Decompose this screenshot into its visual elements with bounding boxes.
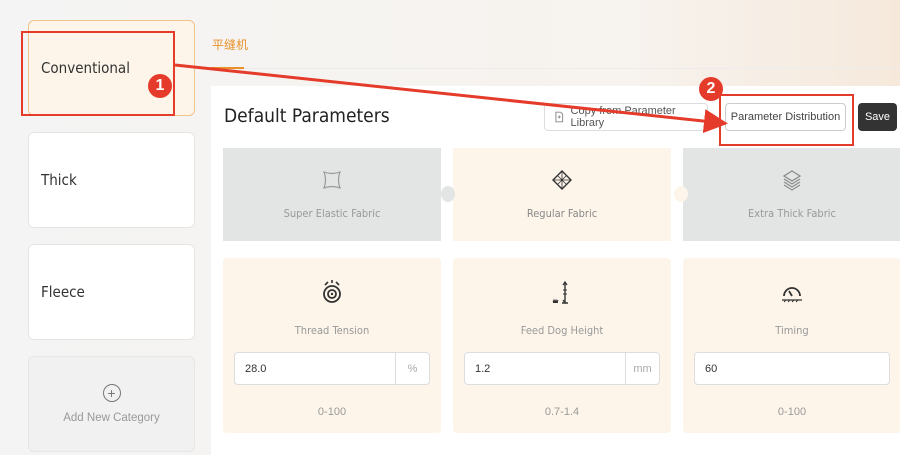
annotation-highlight-2 xyxy=(719,94,854,146)
annotation-badge-1: 1 xyxy=(148,74,172,98)
annotation-highlight-1 xyxy=(21,31,175,116)
annotation-badge-2: 2 xyxy=(699,77,723,101)
